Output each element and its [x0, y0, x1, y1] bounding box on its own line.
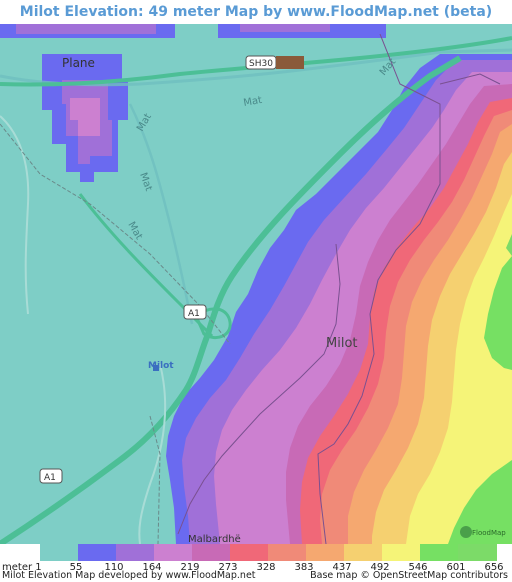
town-label-malbardhe: Malbardhë: [188, 534, 241, 544]
legend-swatch: [382, 544, 421, 561]
legend-swatch: [268, 544, 307, 561]
legend-swatch: [458, 544, 497, 561]
town-label-milot-marker: Milot: [148, 361, 174, 371]
legend-swatch: [116, 544, 155, 561]
legend-swatch: [230, 544, 269, 561]
legend-swatch: [420, 544, 459, 561]
legend-color-bar: [40, 544, 497, 561]
legend-swatch: [40, 544, 79, 561]
elevation-map[interactable]: Plane Milot Milot Malbardhë SH30 A1 A1 M…: [0, 24, 512, 544]
legend-swatch: [344, 544, 383, 561]
legend-swatch: [192, 544, 231, 561]
floodmap-logo-icon: [460, 526, 472, 538]
footer-attribution: Base map © OpenStreetMap contributors: [310, 570, 508, 581]
top-strip-right-purple: [240, 24, 330, 32]
road-label-a1-upper: A1: [188, 309, 200, 319]
watermark-floodmap: FloodMap: [472, 529, 506, 537]
road-label-sh30: SH30: [249, 59, 273, 69]
page-title: Milot Elevation: 49 meter Map by www.Flo…: [19, 4, 493, 20]
town-label-milot: Milot: [326, 336, 358, 351]
legend-swatch: [306, 544, 345, 561]
footer-credit: Milot Elevation Map developed by www.Flo…: [2, 570, 256, 581]
top-strip-purple: [16, 24, 156, 34]
road-label-a1-lower: A1: [44, 473, 56, 483]
legend-swatch: [154, 544, 193, 561]
legend-swatch: [78, 544, 117, 561]
legend-tick-label: 328: [256, 562, 276, 573]
town-label-plane: Plane: [62, 56, 95, 70]
